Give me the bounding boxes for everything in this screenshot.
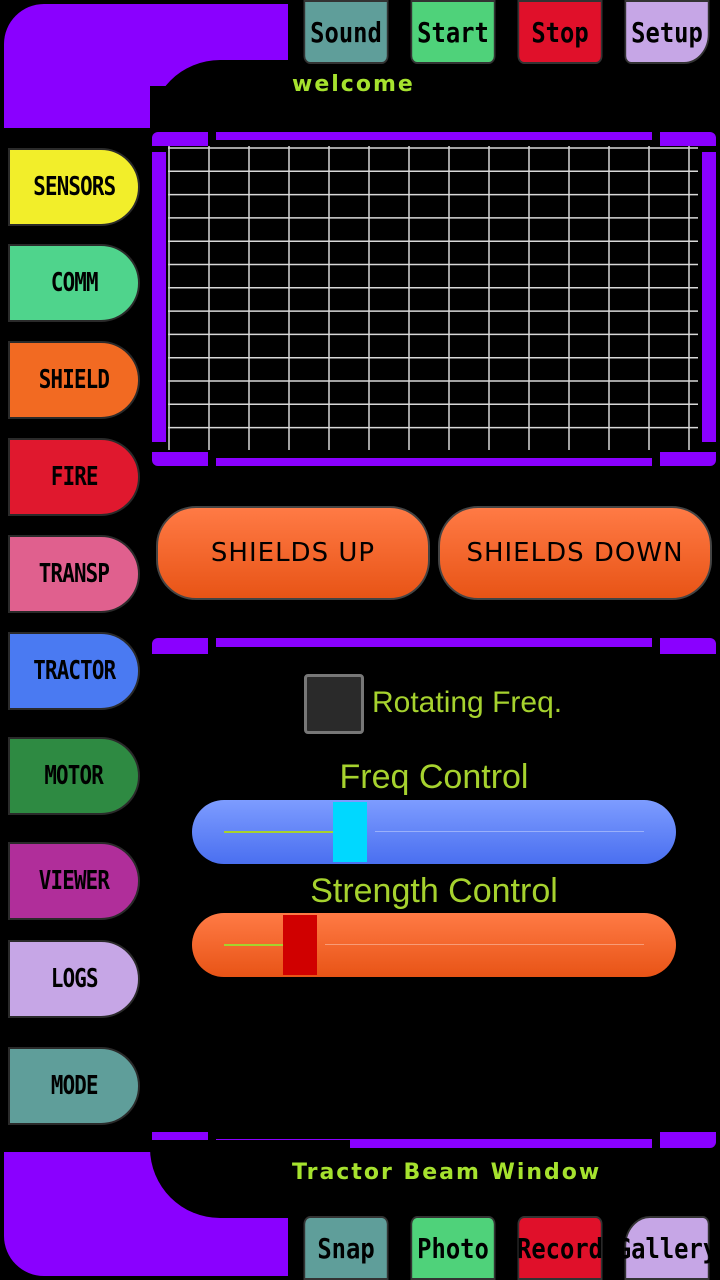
sidebar-item-transp[interactable]: TRANSP [8, 535, 140, 613]
strength-slider-thumb[interactable] [282, 915, 317, 975]
sensor-grid[interactable] [168, 146, 698, 450]
sidebar-item-fire[interactable]: FIRE [8, 438, 140, 516]
sidebar-item-logs[interactable]: LOGS [8, 940, 140, 1018]
gallery-button[interactable]: Gallery [617, 1216, 717, 1280]
sidebar-item-tractor[interactable]: TRACTOR [8, 632, 140, 710]
sound-button[interactable]: Sound [303, 0, 389, 64]
record-button[interactable]: Record [517, 1216, 603, 1280]
footer-title: Tractor Beam Window [292, 1160, 602, 1185]
sidebar-item-shield[interactable]: SHIELD [8, 341, 140, 419]
sidebar-item-comm[interactable]: COMM [8, 244, 140, 322]
welcome-text: welcome [292, 72, 415, 97]
strength-control-slider[interactable] [192, 913, 676, 977]
shields-up-button[interactable]: SHIELDS UP [156, 506, 430, 600]
sensor-grid-lines [168, 146, 698, 450]
setup-button[interactable]: Setup [624, 0, 710, 64]
shields-down-button[interactable]: SHIELDS DOWN [438, 506, 712, 600]
sidebar-item-mode[interactable]: MODE [8, 1047, 140, 1125]
photo-button[interactable]: Photo [410, 1216, 496, 1280]
stop-button[interactable]: Stop [517, 0, 603, 64]
frame-top-elbow-cut2 [150, 86, 180, 136]
start-button[interactable]: Start [410, 0, 496, 64]
freq-slider-thumb[interactable] [333, 802, 367, 862]
snap-button[interactable]: Snap [303, 1216, 389, 1280]
strength-control-label: Strength Control [310, 872, 558, 910]
rotating-freq-checkbox[interactable] [304, 674, 364, 734]
sidebar-item-sensors[interactable]: SENSORS [8, 148, 140, 226]
rotating-freq-label: Rotating Freq. [372, 686, 563, 719]
sidebar-item-viewer[interactable]: VIEWER [8, 842, 140, 920]
sidebar-item-motor[interactable]: MOTOR [8, 737, 140, 815]
freq-control-slider[interactable] [192, 800, 676, 864]
freq-control-label: Freq Control [339, 758, 529, 796]
